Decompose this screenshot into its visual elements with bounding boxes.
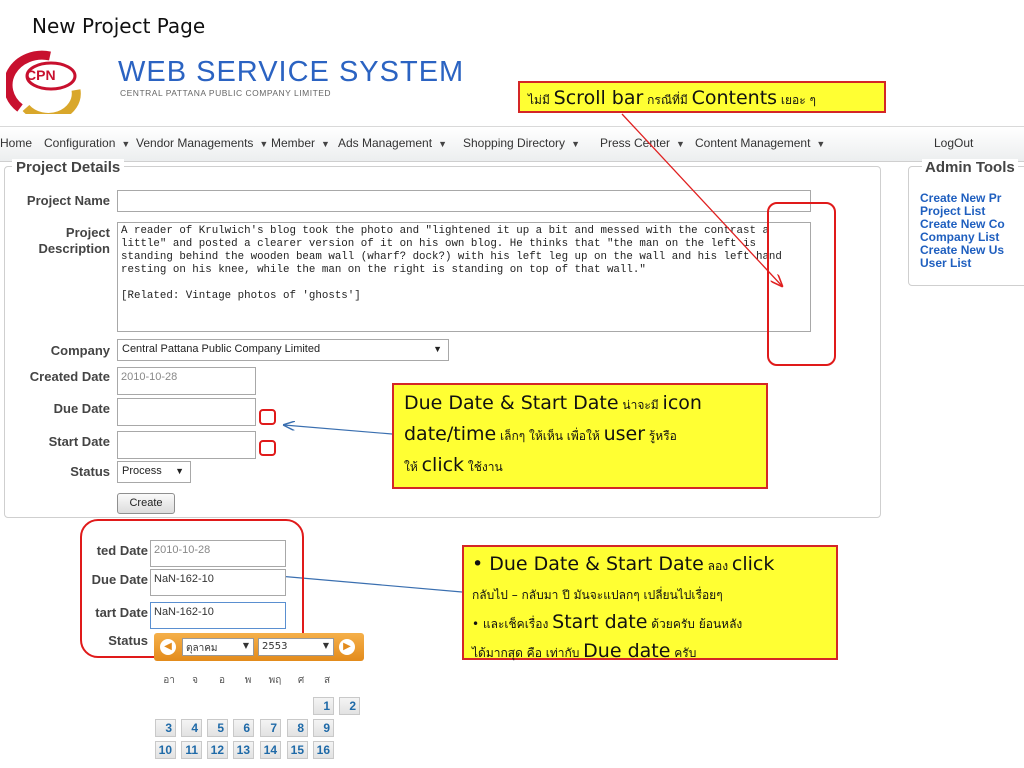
weekday-label: พ xyxy=(244,675,252,686)
zoom-due-date-input[interactable]: NaN-162-10 xyxy=(150,569,286,596)
chevron-down-icon: ▼ xyxy=(322,641,329,650)
zoom-start-date-input[interactable]: NaN-162-10 xyxy=(150,602,286,629)
weekday-label: อ xyxy=(218,675,225,686)
zoom-due-date-label: Due Date xyxy=(91,572,148,587)
calendar-row-clipped: 10 11 12 13 14 15 16 xyxy=(150,741,370,768)
scrollbar-missing-highlight xyxy=(767,202,836,366)
calendar-day[interactable]: 12 xyxy=(207,741,228,759)
calendar-prev-icon[interactable]: ◀ xyxy=(160,639,176,655)
weekday-label: ศ xyxy=(297,675,305,686)
calendar-day[interactable]: 5 xyxy=(207,719,228,737)
zoom-created-date-input[interactable]: 2010-10-28 xyxy=(150,540,286,567)
calendar-day[interactable]: 16 xyxy=(313,741,334,759)
callout-date-icon: Due Date & Start Date น่าจะมี icon date/… xyxy=(392,383,768,489)
calendar-day[interactable]: 1 xyxy=(313,697,334,715)
calendar-day[interactable]: 9 xyxy=(313,719,334,737)
calendar-day[interactable]: 6 xyxy=(233,719,254,737)
calendar-day[interactable]: 10 xyxy=(155,741,176,759)
calendar-day[interactable]: 15 xyxy=(287,741,308,759)
zoom-status-label: Status xyxy=(108,633,148,648)
calendar-day[interactable]: 7 xyxy=(260,719,281,737)
calendar-day[interactable]: 8 xyxy=(287,719,308,737)
callout-scrollbar: ไม่มี Scroll bar กรณีที่มี Contents เยอะ… xyxy=(518,81,886,113)
zoom-start-date-label: tart Date xyxy=(95,605,148,620)
calendar-day[interactable]: 14 xyxy=(260,741,281,759)
calendar-day[interactable]: 11 xyxy=(181,741,202,759)
calendar-day[interactable]: 4 xyxy=(181,719,202,737)
calendar-year-select[interactable]: 2553 ▼ xyxy=(258,638,334,656)
weekday-label: อา xyxy=(163,675,175,686)
zoom-created-date-label: ted Date xyxy=(96,543,148,558)
calendar-day[interactable]: 3 xyxy=(155,719,176,737)
weekday-label: จ xyxy=(192,675,198,686)
calendar-day[interactable]: 2 xyxy=(339,697,360,715)
calendar-day[interactable]: 13 xyxy=(233,741,254,759)
callout-date-click: • Due Date & Start Date ลอง click กลับไป… xyxy=(462,545,838,662)
calendar-next-icon[interactable]: ▶ xyxy=(339,639,355,655)
chevron-down-icon: ▼ xyxy=(242,641,249,650)
weekday-label: ส xyxy=(323,675,331,686)
calendar-month-select[interactable]: ตุลาคม ▼ xyxy=(182,638,254,656)
weekday-label: พฤ xyxy=(268,675,282,686)
